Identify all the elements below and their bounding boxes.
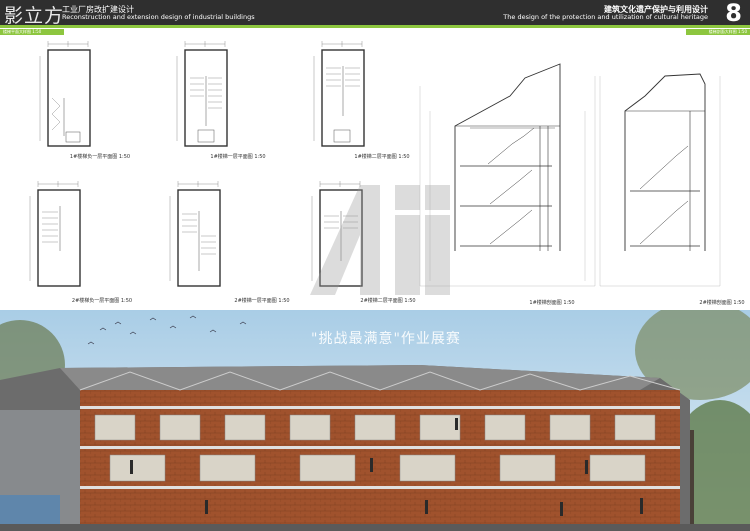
caption-plan-1-second: 1#楼梯二层平面图 1:50 (354, 153, 409, 160)
caption-plan-1-first: 1#楼梯一层平面图 1:50 (210, 153, 265, 160)
logo: 影立方 (4, 5, 65, 27)
plan-1-first (176, 40, 228, 147)
section-2 (599, 73, 721, 287)
building (0, 365, 690, 531)
page-header: 影立方 工业厂房改扩建设计 Reconstruction and extensi… (0, 0, 750, 27)
course-title-en: The design of the protection and utiliza… (503, 13, 708, 21)
caption-plan-2-first: 2#楼梯一层平面图 1:50 (234, 297, 289, 304)
watermark-text: "挑战最满意"作业展赛 (311, 331, 461, 347)
caption-section-2: 2#楼梯剖面图 1:50 (699, 299, 744, 306)
plan-2-first (169, 180, 221, 287)
project-title-en: Reconstruction and extension design of i… (62, 13, 255, 21)
section-drawing-tag: 楼梯剖面大样图 1:50 (686, 29, 750, 35)
page-number: 8 (725, 0, 742, 27)
watermark-logo-icon (310, 185, 450, 295)
plan-1-basement (39, 40, 91, 147)
caption-section-1: 1#楼梯剖面图 1:50 (529, 299, 574, 306)
accent-bar (0, 25, 750, 28)
plan-2-basement (29, 180, 81, 287)
caption-plan-2-basement: 2#楼梯负一层平面图 1:50 (72, 297, 132, 304)
caption-plan-1-basement: 1#楼梯负一层平面图 1:50 (70, 153, 130, 160)
plan-1-second (313, 40, 365, 147)
plan-section-tag: 楼梯平面大样图 1:50 (0, 29, 64, 35)
